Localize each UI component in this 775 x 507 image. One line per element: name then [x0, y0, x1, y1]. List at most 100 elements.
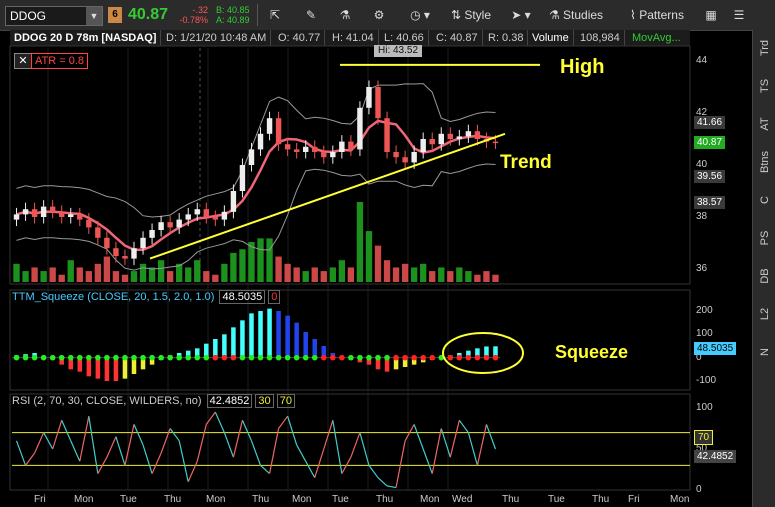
candle-body [212, 217, 219, 220]
squeeze-dot [58, 354, 65, 361]
rsi-line-segment [223, 432, 234, 458]
time-tick-label: Mon [420, 494, 440, 505]
rsi-line-segment [260, 464, 270, 475]
rsi-tick-label: 100 [696, 402, 713, 413]
annotation-squeeze: Squeeze [555, 342, 629, 362]
rsi-label-text: RSI (2, 70, 30, CLOSE, WILDERS, no) [12, 395, 202, 407]
candle-body [492, 141, 499, 144]
squeeze-dot [357, 354, 363, 361]
study-close-icon[interactable]: ✕ [14, 53, 32, 69]
price-tick-label: 40 [696, 159, 708, 170]
candle-body [68, 214, 74, 217]
squeeze-dot [40, 354, 47, 361]
candle-body [321, 152, 327, 158]
squeeze-dot [348, 354, 354, 361]
candle-body [275, 118, 282, 145]
candle-body [86, 219, 92, 228]
rsi-line-segment [377, 477, 388, 487]
rsi-line-segment [368, 465, 379, 479]
candle-body [266, 118, 273, 134]
time-tick-label: Fri [34, 494, 46, 505]
candle-body [248, 149, 255, 165]
candle-body [221, 211, 228, 220]
volume-bar [157, 260, 165, 282]
rsi-line-segment [413, 424, 424, 450]
volume-bar [302, 271, 309, 282]
candle-body [131, 248, 137, 259]
candle-body [239, 165, 246, 191]
squeeze-dot [284, 354, 291, 361]
volume-bar [103, 256, 111, 282]
rsi-line-segment [467, 432, 478, 466]
volume-bar [49, 267, 56, 282]
squeeze-dot [402, 354, 408, 361]
squeeze-value: 48.5035 [219, 290, 266, 304]
volume-bar [465, 271, 472, 282]
squeeze-dot [266, 354, 273, 361]
squeeze-dot [492, 354, 499, 361]
squeeze-dot [149, 354, 155, 361]
time-tick-label: Thu [502, 494, 520, 505]
time-tick-label: Mon [74, 494, 94, 505]
volume-bar [420, 263, 427, 282]
candle-body [447, 133, 454, 139]
candle-body [194, 209, 200, 215]
candle-body [149, 230, 155, 238]
candle-body [176, 219, 182, 228]
volume-bar [329, 267, 336, 282]
squeeze-dot [474, 354, 481, 361]
squeeze-dot [86, 354, 92, 361]
squeeze-dot [176, 354, 182, 361]
rsi-70-tag: 70 [694, 430, 714, 445]
volume-bar [284, 263, 291, 282]
rsi-line-segment [476, 424, 488, 466]
rsi-line-segment [187, 461, 198, 483]
rsi-line-segment [25, 452, 36, 466]
time-tick-label: Mon [206, 494, 226, 505]
volume-bar [248, 242, 255, 282]
squeeze-dot [212, 354, 219, 361]
time-tick-label: Tue [548, 494, 565, 505]
volume-bar [166, 271, 174, 282]
volume-bar [239, 249, 246, 282]
volume-bar [374, 245, 382, 282]
squeeze-dot [429, 354, 436, 361]
volume-bar [112, 271, 120, 282]
annotation-trend: Trend [500, 152, 552, 173]
atr-badge: ATR = 0.8 [31, 53, 89, 69]
squeeze-dot [339, 354, 345, 361]
annotation-high: High [560, 56, 605, 78]
rsi-line-segment [178, 440, 189, 482]
squeeze-zero: 0 [268, 290, 281, 304]
rsi-line-segment [449, 420, 460, 458]
volume-bar [58, 274, 65, 282]
candle-body [185, 214, 191, 220]
time-tick-label: Mon [292, 494, 312, 505]
chart-canvas[interactable] [0, 0, 775, 507]
squeeze-dot [465, 354, 472, 361]
volume-bar [76, 267, 83, 282]
time-tick-label: Thu [376, 494, 394, 505]
rsi-line-segment [214, 411, 225, 433]
volume-bar [320, 271, 327, 282]
candle-body [122, 256, 128, 259]
squeeze-study-label: TTM_Squeeze (CLOSE, 20, 1.5, 2.0, 1.0) 4… [12, 290, 281, 304]
candle-body [302, 146, 309, 152]
volume-bar [13, 263, 20, 282]
volume-bar [293, 267, 300, 282]
squeeze-dot [420, 354, 426, 361]
candle-body [438, 133, 444, 145]
volume-bar [257, 238, 264, 282]
candle-body [411, 152, 417, 163]
candle-body [393, 152, 399, 158]
volume-bar [429, 271, 436, 282]
candle-body [312, 146, 318, 152]
candle-body [339, 141, 345, 152]
volume-bar [392, 267, 400, 282]
squeeze-pane [12, 308, 524, 381]
rsi-line-segment [278, 415, 289, 429]
squeeze-dot [393, 354, 399, 361]
volume-bar [447, 271, 454, 282]
volume-bar [365, 231, 373, 282]
rsi-tick-label: 0 [696, 484, 702, 495]
